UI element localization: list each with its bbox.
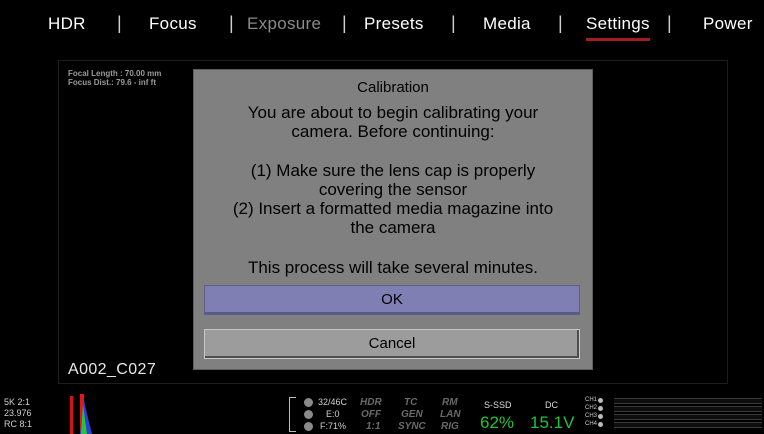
media-label: S-SSD: [484, 400, 512, 410]
menu-power[interactable]: Power: [703, 14, 753, 34]
format-readout: 5K 2:1: [4, 397, 31, 407]
menu-media[interactable]: Media: [483, 14, 531, 34]
rm-flag: RM: [442, 397, 458, 408]
menu-exposure[interactable]: Exposure: [247, 14, 321, 34]
focus-distance-readout: Focus Dist.: 79.6 - inf ft: [68, 78, 157, 87]
tc-flag: TC: [404, 397, 418, 408]
fan-readout: F:71%: [320, 421, 347, 431]
audio-level-meter: [614, 414, 762, 420]
calibration-dialog: Calibration You are about to begin calib…: [193, 69, 593, 370]
audio-channel-label: CH4: [585, 421, 598, 427]
cancel-button[interactable]: Cancel: [204, 329, 580, 359]
status-led: [304, 410, 313, 419]
hdr-flag: HDR: [360, 397, 382, 408]
meter-bracket: [289, 397, 296, 432]
framerate-readout: 23.976: [4, 408, 32, 418]
media-remaining: 62%: [480, 413, 515, 432]
hdr-state: OFF: [361, 409, 381, 420]
rm-state: LAN: [440, 409, 461, 420]
audio-level-meter: [614, 422, 762, 428]
histogram-meter: [70, 394, 92, 434]
audio-channel-dot: [598, 398, 603, 403]
dialog-message-line: (2) Insert a formatted media magazine in…: [232, 199, 554, 218]
audio-channel-dot: [598, 414, 603, 419]
menu-separator: |: [451, 13, 456, 33]
rig-state: RIG: [441, 421, 459, 432]
audio-channel-label: CH3: [585, 413, 598, 419]
power-label: DC: [545, 400, 558, 410]
dialog-title: Calibration: [357, 79, 429, 96]
top-menu-bar: HDR | Focus | Exposure | Presets | Media…: [0, 0, 764, 42]
power-voltage: 15.1V: [530, 413, 575, 432]
status-led: [304, 398, 313, 407]
sync-state: SYNC: [398, 421, 426, 432]
menu-presets[interactable]: Presets: [364, 14, 424, 34]
histogram-red-bar: [70, 396, 73, 434]
exposure-offset: E:0: [326, 409, 340, 419]
menu-separator: |: [667, 13, 672, 33]
audio-level-meter: [614, 406, 762, 412]
menu-separator: |: [558, 13, 563, 33]
ok-button[interactable]: OK: [204, 285, 580, 315]
dialog-message-line: (1) Make sure the lens cap is properly: [250, 161, 536, 180]
dialog-message-line: camera. Before continuing:: [291, 122, 495, 141]
dialog-message-line: covering the sensor: [318, 180, 468, 199]
dialog-message-line: You are about to begin calibrating your: [247, 103, 539, 122]
audio-channel-label: CH1: [585, 397, 598, 403]
menu-focus[interactable]: Focus: [149, 14, 197, 34]
compression-readout: RC 8:1: [4, 419, 33, 429]
tc-state: GEN: [401, 409, 423, 420]
dialog-message-line: the camera: [350, 218, 436, 237]
clip-name: A002_C027: [68, 361, 157, 378]
ratio-state: 1:1: [366, 421, 381, 432]
menu-separator: |: [229, 13, 234, 33]
status-led: [304, 422, 313, 431]
audio-level-meter: [614, 398, 762, 404]
audio-channel-dot: [598, 406, 603, 411]
menu-hdr[interactable]: HDR: [48, 14, 86, 34]
menu-separator: |: [117, 13, 122, 33]
menu-separator: |: [342, 13, 347, 33]
audio-channel-dot: [598, 422, 603, 427]
sensor-temp: 32/46C: [318, 397, 348, 407]
menu-settings[interactable]: Settings: [586, 14, 650, 34]
dialog-message-line: This process will take several minutes.: [247, 258, 539, 277]
audio-channel-label: CH2: [585, 405, 598, 411]
active-tab-indicator: [586, 38, 650, 41]
focal-length-readout: Focal Length : 70.00 mm: [68, 69, 162, 78]
